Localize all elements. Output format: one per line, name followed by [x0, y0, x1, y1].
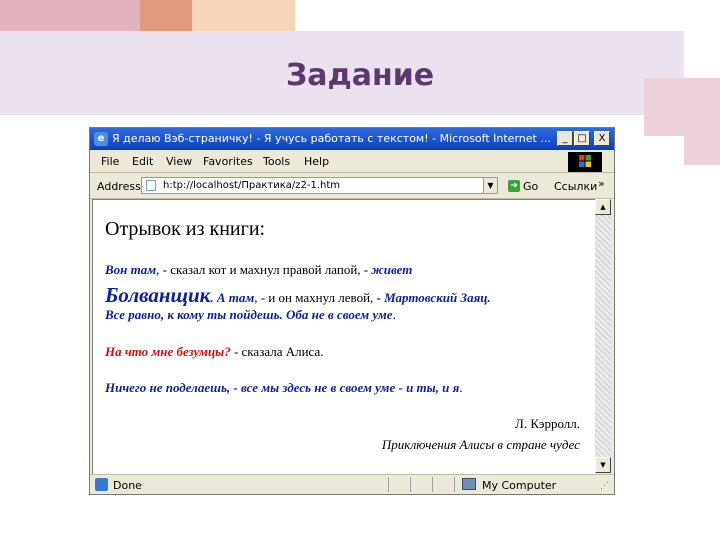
deco-block-right-pink-small: [684, 115, 720, 165]
links-chevron-icon[interactable]: »: [598, 177, 605, 190]
go-label: Go: [523, 179, 539, 193]
menu-bar: File Edit View Favorites Tools Help: [90, 150, 614, 173]
text-line-3: Все равно, к кому ты пойдешь. Оба не в с…: [105, 307, 396, 323]
security-zone: My Computer: [482, 479, 557, 492]
text-segment: .: [459, 380, 463, 395]
go-arrow-icon: ➜: [508, 180, 520, 192]
text-segment: Вон там: [105, 262, 157, 277]
scroll-up-icon[interactable]: ▲: [595, 199, 611, 215]
text-segment-large: Болванщик: [105, 283, 211, 307]
book-title-line: Приключения Алисы в стране чудес: [381, 437, 580, 452]
ie-icon: e: [94, 132, 108, 146]
slide-title: Задание: [285, 58, 435, 93]
menu-view[interactable]: View: [166, 155, 192, 168]
status-divider: [388, 477, 389, 492]
scroll-down-icon[interactable]: ▼: [595, 457, 611, 473]
address-url: h:tp://localhost/Практика/z2-1.htm: [163, 180, 340, 191]
status-divider: [410, 477, 411, 492]
maximize-button[interactable]: □: [574, 131, 590, 146]
text-line-4: На что мне безумцы? - сказала Алиса.: [105, 344, 324, 360]
windows-flag-icon: [579, 155, 591, 167]
author-line: Л. Кэрролл.: [515, 416, 580, 431]
text-segment: Ничего не поделаешь, - все мы здесь не в…: [105, 380, 460, 395]
menu-tools[interactable]: Tools: [263, 155, 290, 168]
text-segment: , - и он махнул левой, -: [254, 290, 385, 305]
go-button[interactable]: ➜ Go: [508, 179, 538, 193]
menu-favorites[interactable]: Favorites: [203, 155, 253, 168]
window-title: Я делаю Вэб-страничку! - Я учусь работат…: [112, 132, 551, 145]
page-done-icon: [95, 478, 108, 491]
windows-logo-throbber: [568, 152, 602, 172]
close-button[interactable]: X: [594, 131, 610, 146]
minimize-button[interactable]: _: [557, 131, 573, 146]
browser-window: e Я делаю Вэб-страничку! - Я учусь работ…: [90, 128, 614, 494]
text-segment: - сказала Алиса.: [230, 344, 324, 359]
text-line-2: Болванщик. А там, - и он махнул левой, -…: [105, 283, 491, 308]
text-segment: живет: [371, 262, 413, 277]
menu-edit[interactable]: Edit: [132, 155, 153, 168]
status-text: Done: [113, 479, 142, 492]
page-icon: [146, 180, 156, 191]
status-divider: [432, 477, 433, 492]
address-label: Address: [97, 180, 141, 193]
status-bar: Done My Computer ⋰: [90, 474, 614, 494]
text-line-1: Вон там, - сказал кот и махнул правой ла…: [105, 262, 412, 278]
text-segment: , - сказал кот и махнул правой лапой, -: [156, 262, 372, 277]
text-segment: Все равно, к кому ты пойдешь. Оба не в с…: [105, 307, 393, 322]
text-segment: Мартовский Заяц.: [384, 290, 491, 305]
text-segment: . А там: [210, 290, 255, 305]
address-input[interactable]: h:tp://localhost/Практика/z2-1.htm: [141, 177, 498, 194]
resize-grip-icon[interactable]: ⋰: [600, 481, 609, 491]
address-bar: Address h:tp://localhost/Практика/z2-1.h…: [90, 174, 614, 199]
text-segment-red: На что мне безумцы?: [105, 344, 231, 359]
links-button[interactable]: Ссылки: [554, 180, 597, 193]
address-dropdown-icon[interactable]: ▼: [483, 177, 498, 194]
status-divider: [454, 477, 455, 492]
page-heading: Отрывок из книги:: [105, 218, 266, 240]
page-content: Отрывок из книги: Вон там, - сказал кот …: [92, 199, 596, 474]
menu-help[interactable]: Help: [304, 155, 329, 168]
text-line-5: Ничего не поделаешь, - все мы здесь не в…: [105, 380, 463, 396]
menu-file[interactable]: File: [101, 155, 119, 168]
title-bar[interactable]: e Я делаю Вэб-страничку! - Я учусь работ…: [90, 128, 614, 150]
my-computer-icon: [462, 478, 476, 490]
vertical-scrollbar[interactable]: ▲ ▼: [595, 199, 611, 473]
text-segment: .: [392, 307, 396, 322]
